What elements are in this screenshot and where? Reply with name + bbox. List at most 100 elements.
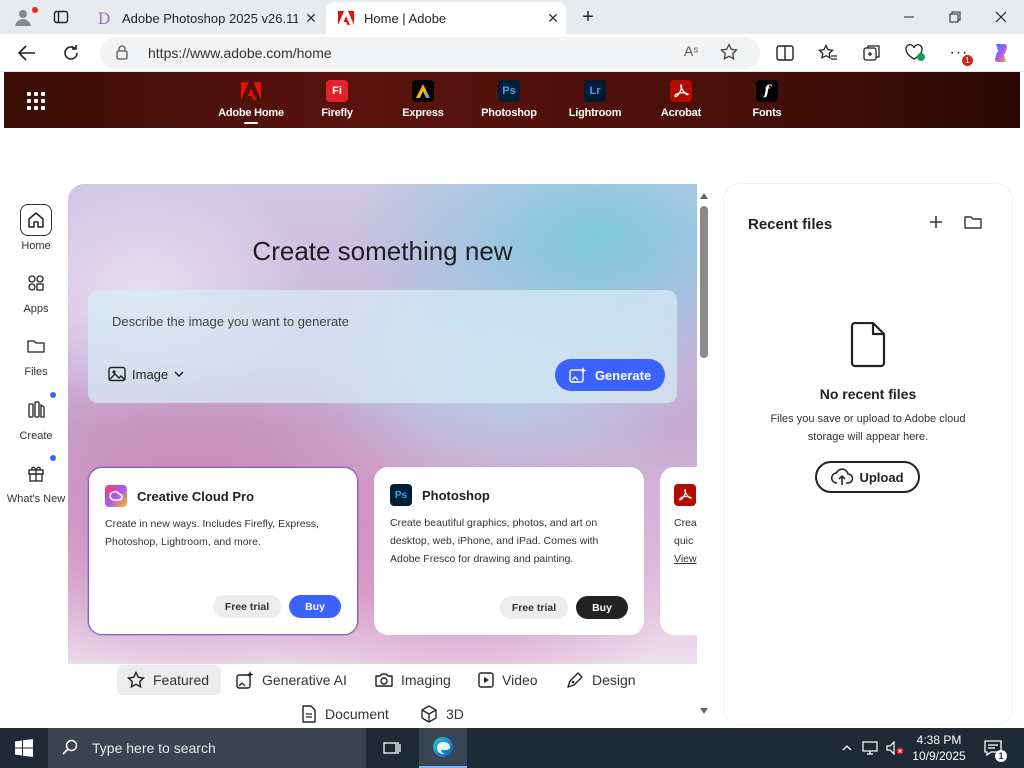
scroll-thumb[interactable]: [700, 206, 708, 358]
rail-files[interactable]: Files: [0, 330, 72, 378]
tab-label: Video: [502, 672, 538, 688]
task-view-icon[interactable]: [368, 728, 416, 768]
empty-state-subtitle: Files you save or upload to Adobe cloud …: [770, 413, 966, 443]
generate-button[interactable]: Generate: [555, 359, 665, 391]
apps-icon: [20, 267, 52, 299]
new-tab-icon[interactable]: +: [574, 5, 602, 29]
scroll-up-arrow-icon[interactable]: [700, 193, 708, 199]
address-toolbar: https://www.adobe.com/home Aˢ ··· 1: [0, 34, 1024, 72]
rail-label: Home: [21, 240, 51, 252]
favorites-icon[interactable]: [813, 39, 843, 67]
adobe-logo-icon: [240, 80, 262, 102]
firefly-logo-icon: Fi: [326, 80, 348, 102]
tab-label: Document: [325, 706, 389, 722]
upload-button[interactable]: Upload: [815, 461, 920, 493]
close-tab-icon[interactable]: ✕: [298, 10, 324, 27]
creative-cloud-logo-icon: [105, 485, 127, 507]
rail-create[interactable]: Create: [0, 392, 72, 442]
windows-start-icon[interactable]: [0, 728, 48, 768]
tab-video[interactable]: Video: [478, 665, 538, 695]
nav-acrobat[interactable]: Acrobat: [638, 72, 724, 128]
read-aloud-icon[interactable]: Aˢ: [684, 43, 698, 59]
free-trial-button[interactable]: Free trial: [500, 596, 568, 619]
tab-imaging[interactable]: Imaging: [375, 665, 451, 695]
tab-adobe-home[interactable]: Home | Adobe ✕: [326, 2, 566, 34]
taskbar-search[interactable]: Type here to search: [48, 728, 366, 768]
scroll-down-arrow-icon[interactable]: [700, 708, 708, 714]
star-icon: [127, 671, 145, 689]
rail-label: Apps: [23, 303, 49, 315]
tab-3d[interactable]: 3D: [420, 699, 464, 729]
tab-photoshop-download[interactable]: D Adobe Photoshop 2025 v26.11.0... ✕: [84, 2, 324, 34]
rail-home[interactable]: Home: [0, 204, 72, 252]
free-trial-button[interactable]: Free trial: [213, 595, 281, 618]
profile-avatar-icon[interactable]: [8, 5, 38, 29]
tab-title: Home | Adobe: [364, 10, 447, 26]
rail-apps[interactable]: Apps: [0, 267, 72, 315]
mode-select[interactable]: Image: [108, 366, 184, 382]
nav-express[interactable]: Express: [380, 72, 466, 128]
close-tab-icon[interactable]: ✕: [540, 10, 566, 27]
back-arrow-icon[interactable]: [12, 39, 42, 67]
tab-document[interactable]: Document: [301, 699, 389, 729]
nav-lightroom[interactable]: Lr Lightroom: [552, 72, 638, 128]
taskbar-clock[interactable]: 4:38 PM 10/9/2025: [904, 732, 974, 764]
settings-more-icon[interactable]: ··· 1: [944, 39, 974, 67]
split-screen-icon[interactable]: [770, 39, 800, 67]
app-switcher-icon[interactable]: [27, 92, 45, 110]
cloud-upload-icon: [831, 468, 854, 485]
hero-section: Create something new Describe the image …: [68, 184, 697, 724]
address-bar[interactable]: https://www.adobe.com/home Aˢ: [100, 37, 760, 69]
create-icon: [20, 392, 56, 426]
close-window-icon[interactable]: [978, 0, 1024, 34]
add-icon[interactable]: [928, 214, 944, 235]
buy-button[interactable]: Buy: [289, 595, 341, 618]
open-folder-icon[interactable]: [964, 214, 982, 235]
nav-photoshop[interactable]: Ps Photoshop: [466, 72, 552, 128]
nav-adobe-home[interactable]: Adobe Home: [208, 72, 294, 128]
generate-label: Generate: [594, 367, 652, 383]
favorite-star-icon[interactable]: [720, 42, 738, 66]
tab-featured[interactable]: Featured: [117, 665, 222, 695]
notifications-icon[interactable]: 1: [980, 728, 1007, 768]
nav-firefly[interactable]: Fi Firefly: [294, 72, 380, 128]
collections-icon[interactable]: [857, 39, 887, 67]
tab-actions-icon[interactable]: [48, 5, 74, 29]
card-photoshop[interactable]: Ps Photoshop Create beautiful graphics, …: [374, 467, 644, 635]
restore-window-icon[interactable]: [932, 0, 978, 34]
prompt-input[interactable]: Describe the image you want to generate: [112, 314, 349, 329]
prompt-box[interactable]: Describe the image you want to generate …: [88, 290, 677, 403]
refresh-icon[interactable]: [56, 39, 86, 67]
volume-muted-icon[interactable]: [884, 728, 906, 768]
card-description: Create in new ways. Includes Firefly, Ex…: [105, 518, 319, 548]
buy-button[interactable]: Buy: [576, 596, 628, 619]
empty-file-icon: [848, 321, 888, 373]
recent-files-title: Recent files: [748, 216, 833, 233]
url-text[interactable]: https://www.adobe.com/home: [148, 45, 332, 61]
show-hidden-icons-chevron-icon[interactable]: [838, 728, 856, 768]
card-creative-cloud-pro[interactable]: Creative Cloud Pro Create in new ways. I…: [88, 467, 358, 635]
browser-essentials-icon[interactable]: [900, 39, 930, 67]
lock-icon[interactable]: [116, 45, 128, 65]
empty-state-title: No recent files: [819, 386, 917, 402]
card-title: Photoshop: [422, 487, 490, 503]
view-link[interactable]: View: [674, 550, 697, 568]
notification-count-badge: 1: [995, 750, 1007, 762]
nav-label: Photoshop: [481, 107, 537, 119]
video-icon: [478, 672, 494, 688]
card-text-line: quic: [674, 535, 694, 547]
adobe-app-bar: Adobe Home Fi Firefly Express Ps Photosh…: [4, 72, 1020, 128]
camera-icon: [375, 673, 393, 687]
browser-tab-bar: D Adobe Photoshop 2025 v26.11.0... ✕ Hom…: [0, 0, 1024, 34]
nav-fonts[interactable]: f Fonts: [724, 72, 810, 128]
page-scrollbar[interactable]: [697, 184, 711, 724]
edge-taskbar-icon[interactable]: [419, 728, 467, 768]
copilot-icon[interactable]: [986, 39, 1016, 67]
rail-whats-new[interactable]: What's New: [0, 455, 72, 505]
tab-design[interactable]: Design: [566, 665, 636, 695]
windows-taskbar: Type here to search 4:38 PM 10/9/2025 1: [0, 728, 1024, 768]
tab-generative-ai[interactable]: Generative AI: [236, 665, 347, 695]
card-acrobat-partial[interactable]: Crea quic View: [660, 467, 697, 635]
minimize-window-icon[interactable]: [886, 0, 932, 34]
network-icon[interactable]: [860, 728, 882, 768]
